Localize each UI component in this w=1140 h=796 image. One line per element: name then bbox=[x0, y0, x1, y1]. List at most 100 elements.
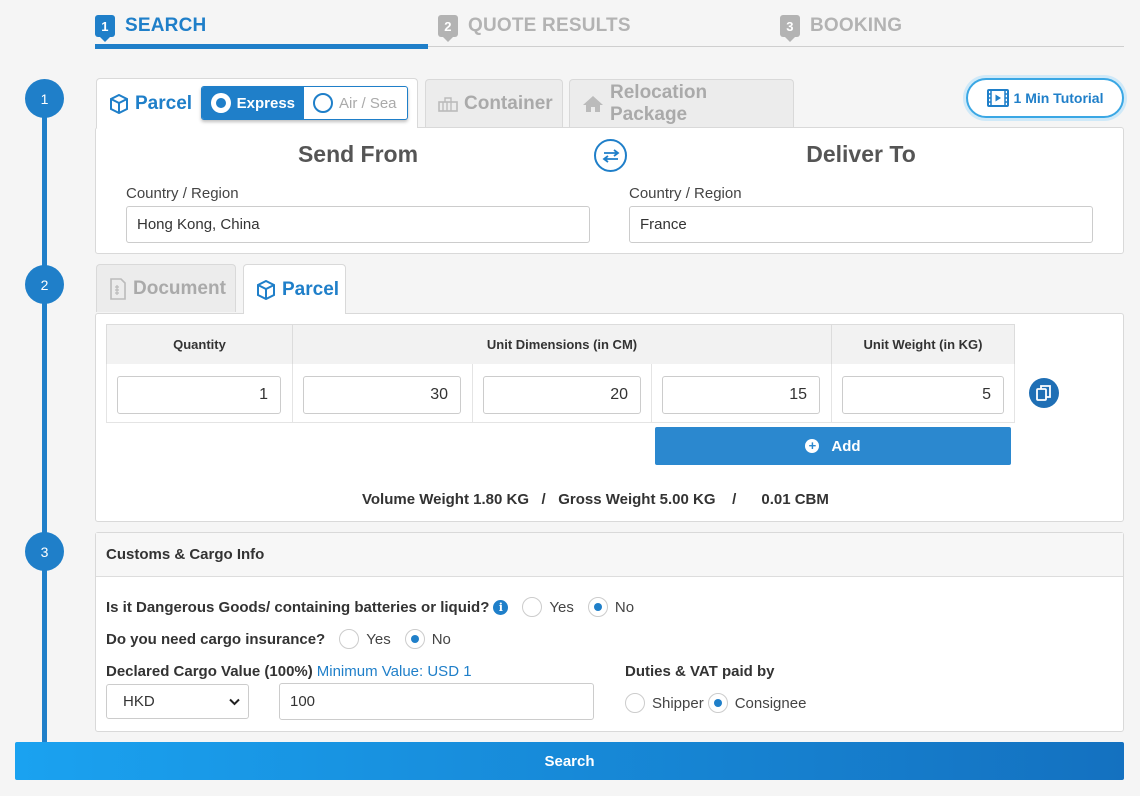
home-icon bbox=[583, 95, 603, 112]
radio-checked-icon bbox=[587, 597, 608, 617]
search-button[interactable]: Search bbox=[15, 742, 1124, 780]
container-icon bbox=[438, 96, 458, 112]
option-label: Consignee bbox=[734, 694, 807, 712]
cbm-value: 0.01 CBM bbox=[761, 491, 829, 508]
swap-arrows-icon bbox=[602, 148, 619, 163]
duties-label: Duties & VAT paid by bbox=[625, 663, 775, 680]
express-label: Express bbox=[236, 94, 295, 112]
insurance-question: Do you need cargo insurance? bbox=[106, 630, 326, 648]
step-number-badge: 3 bbox=[780, 15, 800, 42]
step-booking[interactable]: 3 BOOKING bbox=[780, 10, 902, 42]
step-number-badge: 1 bbox=[95, 15, 115, 42]
air-sea-option[interactable]: Air / Sea bbox=[304, 87, 406, 119]
tab-label: Relocation Package bbox=[610, 81, 708, 125]
dangerous-goods-row: Is it Dangerous Goods/ containing batter… bbox=[106, 597, 634, 617]
video-icon bbox=[986, 89, 1009, 107]
weight-input[interactable]: 5 bbox=[842, 376, 1004, 414]
insurance-yes-option[interactable]: Yes bbox=[339, 629, 391, 649]
swap-direction-icon[interactable] bbox=[594, 139, 627, 172]
tab-label: Document bbox=[133, 277, 226, 299]
tab-label: Parcel bbox=[282, 278, 340, 300]
from-country-field[interactable]: Hong Kong, China bbox=[126, 206, 590, 243]
dangerous-goods-question: Is it Dangerous Goods/ containing batter… bbox=[106, 598, 490, 616]
step-label: SEARCH bbox=[125, 15, 207, 36]
box-icon bbox=[257, 279, 275, 300]
minimum-value-note: Minimum Value: USD 1 bbox=[316, 663, 472, 680]
currency-select[interactable]: HKD bbox=[106, 684, 249, 719]
option-label: Yes bbox=[366, 630, 391, 648]
radio-icon bbox=[211, 93, 231, 113]
step-label: BOOKING bbox=[810, 15, 903, 36]
tutorial-label: 1 Min Tutorial bbox=[1013, 90, 1104, 106]
quantity-input[interactable]: 1 bbox=[117, 376, 281, 414]
declared-value-label-row: Declared Cargo Value (100%) Minimum Valu… bbox=[106, 663, 472, 680]
radio-checked-icon bbox=[404, 629, 425, 649]
dangerous-no-option[interactable]: No bbox=[587, 597, 635, 617]
deliver-to-title: Deliver To bbox=[806, 141, 916, 167]
chevron-down-icon bbox=[229, 698, 240, 705]
from-country-label: Country / Region bbox=[126, 185, 239, 202]
volume-weight-value: 1.80 KG bbox=[473, 491, 529, 508]
quantity-header: Quantity bbox=[106, 324, 293, 365]
dangerous-yes-option[interactable]: Yes bbox=[522, 597, 574, 617]
insurance-no-option[interactable]: No bbox=[404, 629, 451, 649]
step-label: QUOTE RESULTS bbox=[468, 15, 631, 36]
copy-icon bbox=[1036, 385, 1051, 401]
duties-shipper-option[interactable]: Shipper bbox=[625, 693, 704, 713]
to-country-field[interactable]: France bbox=[629, 206, 1093, 243]
progress-fill bbox=[95, 44, 428, 49]
declared-value-label: Declared Cargo Value (100%) bbox=[106, 663, 313, 680]
tab-document[interactable]: Document bbox=[96, 264, 236, 312]
duties-consignee-option[interactable]: Consignee bbox=[707, 693, 807, 713]
tutorial-button[interactable]: 1 Min Tutorial bbox=[966, 78, 1124, 118]
air-sea-label: Air / Sea bbox=[339, 94, 397, 112]
tab-parcel[interactable]: Parcel bbox=[243, 264, 346, 314]
width-input[interactable]: 20 bbox=[483, 376, 641, 414]
add-label: Add bbox=[831, 437, 861, 455]
tab-label: Container bbox=[464, 92, 553, 114]
duties-label-row: Duties & VAT paid by bbox=[625, 663, 774, 680]
tab-relocation-package[interactable]: Relocation Package bbox=[569, 79, 794, 127]
height-input[interactable]: 15 bbox=[662, 376, 820, 414]
volume-weight-label: Volume Weight bbox=[362, 491, 469, 508]
info-icon[interactable]: i bbox=[493, 599, 509, 615]
gross-weight-value: 5.00 KG bbox=[659, 491, 716, 508]
plus-circle-icon: + bbox=[805, 439, 820, 453]
unit-dimensions-header: Unit Dimensions (in CM) bbox=[292, 324, 832, 365]
to-country-label: Country / Region bbox=[629, 185, 742, 202]
duties-options-row: Shipper Consignee bbox=[621, 693, 806, 713]
declared-value-input[interactable]: 100 bbox=[279, 683, 594, 720]
tab-container[interactable]: Container bbox=[425, 79, 563, 127]
express-option[interactable]: Express bbox=[202, 87, 304, 119]
currency-value: HKD bbox=[123, 693, 155, 710]
service-type-toggle[interactable]: Express Air / Sea bbox=[201, 86, 408, 120]
radio-icon bbox=[625, 693, 645, 713]
add-row-button[interactable]: + Add bbox=[655, 427, 1011, 465]
length-input[interactable]: 30 bbox=[303, 376, 461, 414]
send-from-title: Send From bbox=[297, 141, 419, 167]
option-label: Yes bbox=[549, 598, 574, 616]
step-search[interactable]: 1 SEARCH bbox=[95, 10, 206, 42]
radio-icon bbox=[339, 629, 360, 649]
timeline-dot-1: 1 bbox=[25, 79, 64, 118]
option-label: Shipper bbox=[652, 694, 704, 712]
tab-label: Parcel bbox=[135, 92, 193, 114]
weight-summary: Volume Weight 1.80 KG / Gross Weight 5.0… bbox=[362, 491, 829, 508]
option-label: No bbox=[614, 598, 635, 616]
duplicate-row-button[interactable] bbox=[1029, 378, 1059, 408]
radio-icon bbox=[522, 597, 543, 617]
step-quote-results[interactable]: 2 QUOTE RESULTS bbox=[438, 10, 631, 42]
timeline-dot-2: 2 bbox=[25, 265, 64, 304]
customs-title: Customs & Cargo Info bbox=[96, 533, 1123, 577]
box-icon bbox=[110, 93, 128, 114]
unit-weight-header: Unit Weight (in KG) bbox=[831, 324, 1015, 365]
step-number-badge: 2 bbox=[438, 15, 458, 42]
timeline-line bbox=[42, 96, 47, 744]
option-label: No bbox=[431, 630, 451, 648]
radio-icon bbox=[313, 93, 333, 113]
timeline-dot-3: 3 bbox=[25, 532, 64, 571]
document-icon bbox=[110, 277, 126, 300]
gross-weight-label: Gross Weight bbox=[558, 491, 656, 508]
insurance-row: Do you need cargo insurance? Yes No bbox=[106, 629, 451, 649]
radio-checked-icon bbox=[707, 693, 728, 713]
